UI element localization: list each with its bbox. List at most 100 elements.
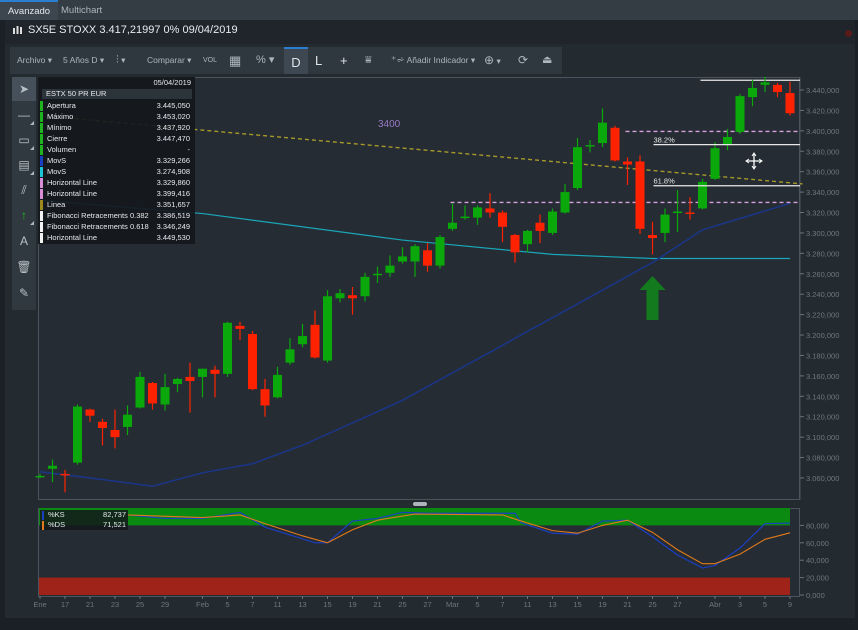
candle [548, 208, 557, 235]
candle [335, 289, 345, 303]
series-color-marker [40, 189, 43, 199]
candle-body [535, 222, 545, 231]
candle [123, 405, 132, 436]
candle-body [335, 293, 345, 299]
candle [685, 197, 695, 220]
candle [398, 247, 407, 264]
row-label: Cierre [47, 134, 68, 143]
y-tick-label: 3.300,000 [806, 229, 839, 238]
osc-y-tick-label: 60,000 [806, 539, 829, 548]
candle [773, 82, 782, 98]
row-label: Apertura [47, 101, 76, 110]
candle-body [448, 222, 457, 229]
y-tick-label: 3.320,000 [806, 209, 839, 218]
row-value: 3.445,050 [156, 101, 190, 110]
candle [735, 94, 745, 134]
candle-body [260, 389, 270, 406]
candle [610, 125, 620, 162]
candle-body [485, 208, 495, 213]
candle [260, 378, 270, 417]
candle [248, 330, 257, 391]
candle-body [248, 334, 257, 390]
x-tick-label: 27 [423, 600, 431, 609]
y-tick-label: 3.360,000 [806, 168, 839, 177]
data-window-row: Linea 3.351,657 [40, 199, 193, 210]
price-annotation-label: 3400 [378, 119, 401, 130]
candle-body [685, 212, 695, 215]
candle-body [173, 378, 182, 385]
candle-body [648, 234, 657, 239]
x-tick-label: 25 [648, 600, 656, 609]
candle [173, 377, 182, 393]
candle [348, 287, 357, 315]
y-tick-label: 3.400,000 [806, 127, 839, 136]
candle [660, 208, 670, 243]
x-tick-label: 21 [373, 600, 381, 609]
row-label: Fibonacci Retracements 0.618 [47, 222, 149, 231]
data-window-row: Fibonacci Retracements 0.382 3.386,519 [40, 210, 193, 221]
candle [510, 233, 520, 263]
x-tick-label: Mar [446, 600, 459, 609]
candle [98, 418, 107, 446]
x-tick-label: 21 [86, 600, 94, 609]
row-value: 3.399,416 [156, 189, 190, 198]
candle [73, 404, 82, 465]
candle [223, 321, 232, 377]
row-label: Horizontal Line [47, 189, 98, 198]
legend-ds: %DS 71,521 [42, 520, 126, 530]
candle-body [748, 87, 757, 98]
y-tick-label: 3.100,000 [806, 433, 839, 442]
x-tick-label: Feb [196, 600, 209, 609]
data-window-row: MovS 3.329,266 [40, 155, 193, 166]
data-window-row: Apertura 3.445,050 [40, 100, 193, 111]
y-tick-label: 3.240,000 [806, 290, 839, 299]
data-window-row: Volumen - [40, 144, 193, 155]
data-window-date: 05/04/2019 [153, 78, 191, 87]
candle-body [598, 122, 607, 144]
row-value: 3.437,920 [156, 123, 190, 132]
candle [573, 137, 582, 191]
oversold-band [39, 577, 790, 595]
candle [48, 459, 57, 483]
candle [410, 244, 420, 277]
candle-body [285, 349, 295, 363]
x-tick-label: Abr [709, 600, 721, 609]
candle [760, 76, 770, 93]
candle [460, 205, 470, 220]
y-tick-label: 3.380,000 [806, 147, 839, 156]
candle-body [498, 212, 507, 227]
osc-y-tick-label: 80,000 [806, 521, 829, 530]
move-cursor-icon [745, 152, 763, 170]
x-tick-label: 3 [738, 600, 742, 609]
series-color-marker [40, 112, 43, 122]
candle-body [348, 295, 357, 299]
candle-body [510, 234, 520, 253]
y-tick-label: 3.160,000 [806, 372, 839, 381]
candle [785, 81, 795, 116]
candle-body [385, 265, 395, 273]
series-color-marker [40, 222, 43, 232]
candle-body [460, 216, 470, 219]
x-tick-label: 9 [788, 600, 792, 609]
row-value: 3.346,249 [156, 222, 190, 231]
candle-body [635, 161, 645, 229]
x-tick-label: 13 [298, 600, 306, 609]
candle-body [398, 256, 407, 262]
candle-body [573, 147, 582, 189]
candle [423, 243, 432, 272]
x-tick-label: 5 [475, 600, 479, 609]
series-color-marker [40, 200, 43, 210]
up-arrow-annotation [639, 276, 666, 320]
candle-body [360, 276, 370, 297]
candle [523, 229, 532, 253]
candle [385, 255, 395, 277]
fibonacci-level-label: 38.2% [654, 136, 676, 145]
candle [585, 140, 595, 153]
x-tick-label: 17 [61, 600, 69, 609]
fibonacci-level-label: 61.8% [654, 177, 676, 186]
y-tick-label: 3.260,000 [806, 270, 839, 279]
candle [35, 473, 45, 478]
series-color-marker [40, 101, 43, 111]
x-tick-label: 19 [348, 600, 356, 609]
row-value: 3.453,020 [156, 112, 190, 121]
